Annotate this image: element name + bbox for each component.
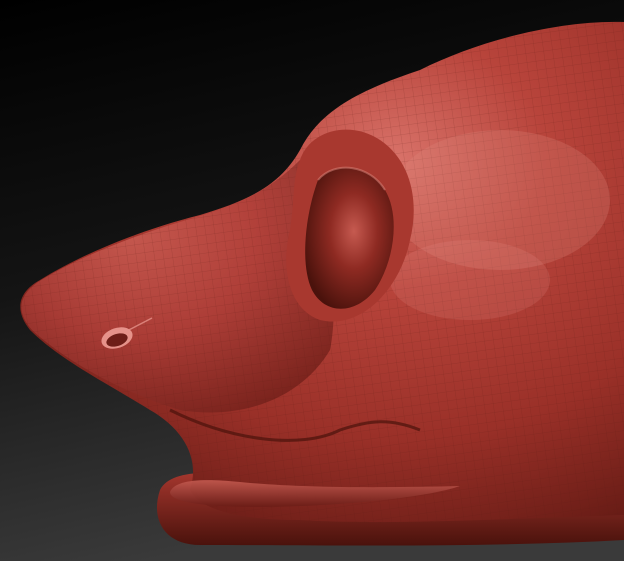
- head-render: [0, 0, 624, 561]
- sculpt-viewport: [0, 0, 624, 561]
